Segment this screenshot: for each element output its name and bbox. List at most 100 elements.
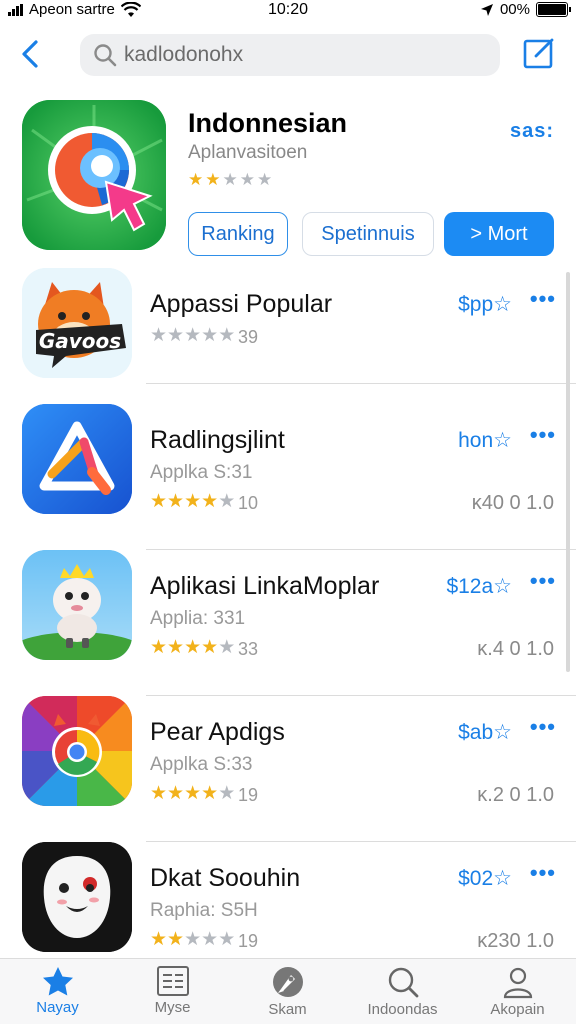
tab-label: Indoondas [367,1001,438,1018]
rating-count: 19 [238,931,259,951]
tab-label: Akopain [490,1001,545,1018]
ranking-button[interactable]: Ranking [188,212,288,256]
app-size: ᴋ230 1.0 [477,930,554,952]
star-filled-icon: ★ [205,170,221,189]
fox-badge-text: Gavoos [39,329,121,353]
app-size: ᴋ40 0 1.0 [471,492,554,514]
star-empty-icon: ★ [218,783,236,804]
featured-menu-icon[interactable]: sas: [510,120,554,143]
tab-label: Skam [268,1001,307,1018]
star-rating: ★★★★★ [150,782,235,805]
rocket-icon [272,967,303,997]
tab-label: Nayay [36,999,79,1016]
star-filled-icon: ★ [150,929,168,950]
more-options-icon[interactable]: ••• [530,568,556,594]
person-icon [503,967,532,999]
app-name: Appassi Popular [150,290,333,318]
app-size: ᴋ.4 0 1.0 [477,638,554,660]
app-name: Radlingsjlint [150,426,285,454]
star-filled-icon: ★ [201,637,219,658]
star-rating: ★★★★★ [150,928,235,951]
star-empty-icon: ★ [201,929,219,950]
tab-featured[interactable]: Nayay [0,963,115,1024]
battery-percent: 00% [499,1,530,18]
star-empty-icon: ★ [184,929,202,950]
tab-lists[interactable]: Myse [115,963,230,1024]
search-bar[interactable] [80,34,500,76]
star-outline-icon: ☆ [493,867,512,890]
app-subtitle: Applka S:33 [150,754,253,775]
star-rating: ★★★★★ [150,490,235,513]
star-empty-icon: ★ [218,637,236,658]
rating-count: 10 [238,493,259,513]
nav-bar [0,30,576,82]
star-empty-icon: ★ [150,325,168,346]
status-bar: Apeon sartre 10:20 00% [0,0,576,22]
list-item[interactable]: Pear Apdigs Applka S:33 ★★★★★ 19 $ab☆ ••… [0,696,576,842]
star-filled-icon: ★ [201,783,219,804]
app-subtitle: Raphia: S5H [150,900,258,921]
star-empty-icon: ★ [218,325,236,346]
price-label[interactable]: $ab☆ [458,720,512,745]
rating-count: 19 [238,785,259,805]
list-icon [156,966,189,996]
price-label[interactable]: $02☆ [458,866,512,891]
more-button[interactable]: > Mort [444,212,554,256]
tab-games[interactable]: Skam [230,963,345,1024]
star-outline-icon: ☆ [493,429,512,452]
star-filled-icon: ★ [188,170,204,189]
star-filled-icon: ★ [167,491,185,512]
white-mask-icon [22,842,132,952]
star-filled-icon: ★ [167,783,185,804]
star-filled-icon: ★ [150,637,168,658]
star-empty-icon: ★ [257,170,273,189]
more-options-icon[interactable]: ••• [530,286,556,312]
star-filled-icon: ★ [201,491,219,512]
star-filled-icon: ★ [184,783,202,804]
app-name: Pear Apdigs [150,718,285,746]
more-options-icon[interactable]: ••• [530,860,556,886]
star-filled-icon: ★ [167,929,185,950]
tab-search[interactable]: Indoondas [345,963,460,1024]
star-empty-icon: ★ [218,929,236,950]
price-label[interactable]: $pp☆ [458,292,512,317]
star-filled-icon: ★ [184,491,202,512]
star-filled-icon: ★ [184,637,202,658]
fox-badge-icon: Gavoos [22,268,132,378]
rainbow-browser-icon [22,696,132,806]
star-rating: ★★★★★ [150,324,235,347]
search-icon [388,967,418,998]
featured-app-title: Indonnesian [188,108,348,138]
featured-app-rating: ★ ★ ★ ★ ★ [188,170,272,190]
price-label[interactable]: hon☆ [458,428,512,453]
search-input[interactable] [124,43,484,67]
divider [146,383,576,384]
star-outline-icon: ☆ [493,575,512,598]
star-outline-icon: ☆ [493,721,512,744]
list-item[interactable]: Gavoos Appassi Popular ★★★★★ 39 $pp☆ ••• [0,268,576,414]
star-filled-icon: ★ [150,491,168,512]
secondary-button[interactable]: Spetinnuis [302,212,434,256]
tab-account[interactable]: Akopain [460,963,575,1024]
star-filled-icon: ★ [150,783,168,804]
app-subtitle: Applka S:31 [150,462,253,483]
more-options-icon[interactable]: ••• [530,422,556,448]
location-arrow-icon [480,3,493,16]
price-label[interactable]: $12a☆ [446,574,512,599]
star-empty-icon: ★ [239,170,255,189]
app-size: ᴋ.2 0 1.0 [477,784,554,806]
star-empty-icon: ★ [167,325,185,346]
featured-app-card: Indonnesian Aplanvasitoen ★ ★ ★ ★ ★ sas: Ran… [0,100,576,260]
star-empty-icon: ★ [184,325,202,346]
star-empty-icon: ★ [222,170,238,189]
list-item[interactable]: Aplikasi LinkaMoplar Applia: 331 ★★★★★ 3… [0,550,576,696]
more-options-icon[interactable]: ••• [530,714,556,740]
star-empty-icon: ★ [201,325,219,346]
featured-app-icon[interactable] [22,100,166,250]
scrollbar[interactable] [566,272,570,672]
back-chevron-icon[interactable] [14,36,48,72]
star-filled-icon: ★ [167,637,185,658]
search-icon [94,44,117,67]
compose-icon[interactable] [522,36,556,70]
list-item[interactable]: Radlingsjlint Applka S:31 ★★★★★ 10 hon☆ … [0,404,576,550]
